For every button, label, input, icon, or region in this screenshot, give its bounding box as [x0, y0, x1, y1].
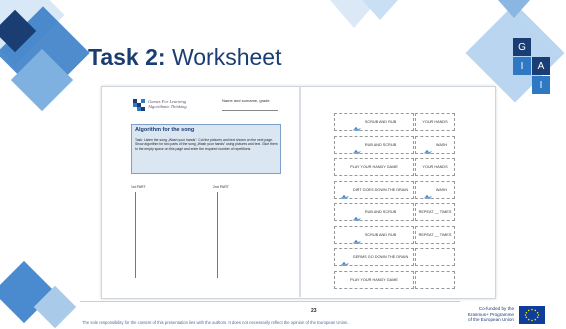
eu-line-3: of the European Union [468, 317, 514, 323]
bird-picture-icon [423, 187, 433, 199]
card-label: GERMS GO DOWN THE DRAIN [352, 255, 409, 259]
worksheet-card: RUB AND SCRUB [334, 135, 414, 154]
logo-block: I [532, 76, 550, 94]
worksheet-card: REPEAT __ TIMES [415, 203, 455, 221]
worksheet-card: SCRUB AND RUB [334, 113, 414, 131]
worksheet-card [415, 270, 455, 289]
part-2-line [217, 192, 218, 278]
page-number: 23 [311, 308, 317, 314]
footer-divider [80, 301, 460, 302]
decor-triangle-top-2 [362, 0, 398, 20]
bird-picture-icon [340, 187, 350, 199]
slide-title: Task 2: Worksheet [88, 44, 281, 71]
logo-block: I [513, 57, 531, 75]
worksheet-card: YOUR HANDS [415, 158, 455, 176]
card-label: DIRT GOES DOWN THE DRAIN [352, 187, 409, 192]
card-label: REPEAT __ TIMES [418, 232, 452, 237]
worksheet-card: YOUR HANDS [415, 113, 455, 131]
name-line [222, 110, 278, 111]
bird-picture-icon [352, 119, 362, 131]
algorithm-task-text: Task: Listen the song „Wash your hands".… [135, 138, 278, 151]
bird-picture-icon [352, 209, 362, 221]
card-label: WASH [435, 142, 448, 147]
worksheet-card: RUB AND SCRUB [334, 203, 414, 221]
worksheet-page-divider [299, 86, 301, 297]
worksheet-card: GERMS GO DOWN THE DRAIN [334, 248, 414, 266]
brand-line-2: Algorithmic Thinking [148, 104, 187, 109]
worksheet-card: PLAY YOUR HANDY GAME [334, 270, 414, 289]
algorithm-title: Algorithm for the song [135, 127, 195, 133]
card-label: YOUR HANDS [422, 120, 448, 124]
logo-block: G [513, 38, 531, 56]
bird-picture-icon [352, 142, 362, 154]
bird-picture-icon [352, 232, 362, 244]
card-label: SCRUB AND RUB [364, 232, 397, 237]
card-label: PLAY YOUR HANDY GAME [350, 277, 398, 282]
card-label: YOUR HANDS [422, 165, 448, 169]
bird-picture-icon [340, 254, 350, 266]
worksheet-card [415, 248, 455, 266]
worksheet-card: SCRUB AND RUB [334, 225, 414, 244]
card-label: RUB AND SCRUB [364, 210, 397, 214]
slide-title-bold: Task 2: [88, 44, 166, 70]
eu-funding-text: Co-funded by the Erasmus+ Programme of t… [460, 306, 514, 323]
worksheet-card: DIRT GOES DOWN THE DRAIN [334, 180, 414, 199]
worksheet-card: PLAY YOUR HANDY GAME [334, 158, 414, 176]
card-label: SCRUB AND RUB [364, 120, 397, 124]
card-label: WASH [435, 187, 448, 192]
slide-title-rest: Worksheet [165, 44, 282, 70]
part-1-line [135, 192, 136, 278]
name-label: Name and surname, grade [222, 98, 270, 103]
bird-picture-icon [423, 142, 433, 154]
worksheet-brand: Games For Learning Algorithmic Thinking [148, 99, 187, 109]
part-2-label: 2nd PART [213, 185, 229, 189]
worksheet-card: REPEAT __ TIMES [415, 225, 455, 244]
decor-triangle-top-right [498, 0, 530, 18]
eu-flag-icon [519, 306, 545, 324]
worksheet-logo [133, 99, 145, 111]
card-label: REPEAT __ TIMES [418, 210, 452, 214]
card-label: PLAY YOUR HANDY GAME [350, 165, 398, 169]
logo-block: A [532, 57, 550, 75]
worksheet-card: WASH [415, 180, 455, 199]
worksheet-card: WASH [415, 135, 455, 154]
part-1-label: 1st PART [131, 185, 146, 189]
disclaimer-text: The sole responsibility for the content … [82, 320, 349, 325]
card-label: RUB AND SCRUB [364, 142, 397, 147]
